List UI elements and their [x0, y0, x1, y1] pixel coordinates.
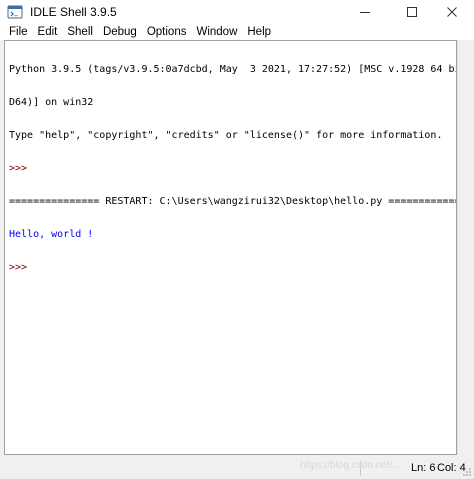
resize-grip-icon[interactable] [462, 467, 472, 477]
minimize-icon [360, 12, 370, 13]
banner-line: Type "help", "copyright", "credits" or "… [9, 130, 443, 141]
program-output: Hello, world ! [9, 229, 94, 240]
menu-file[interactable]: File [0, 24, 33, 40]
menu-edit[interactable]: Edit [33, 24, 63, 40]
menu-debug[interactable]: Debug [98, 24, 142, 40]
status-bar: Ln: 6 Col: 4 [0, 458, 474, 479]
maximize-button[interactable] [390, 0, 434, 24]
python-idle-icon [7, 4, 23, 20]
maximize-icon [407, 7, 417, 17]
banner-line: Python 3.9.5 (tags/v3.9.5:0a7dcbd, May 3… [9, 64, 457, 75]
menu-window[interactable]: Window [191, 24, 242, 40]
menu-bar: File Edit Shell Debug Options Window Hel… [0, 24, 474, 40]
line-number: Ln: 6 [411, 462, 436, 474]
menu-shell[interactable]: Shell [62, 24, 98, 40]
window-title: IDLE Shell 3.9.5 [30, 5, 117, 19]
idle-shell-window: IDLE Shell 3.9.5 File Edit Shell Debug O… [0, 0, 474, 479]
minimize-button[interactable] [343, 0, 387, 24]
shell-text-area[interactable]: Python 3.9.5 (tags/v3.9.5:0a7dcbd, May 3… [4, 40, 457, 455]
vertical-scrollbar[interactable] [457, 40, 474, 455]
watermark: https://blog.csdn.net/... [300, 460, 401, 471]
menu-options[interactable]: Options [142, 24, 192, 40]
title-bar[interactable]: IDLE Shell 3.9.5 [0, 0, 474, 24]
close-icon [447, 7, 457, 17]
banner-line: D64)] on win32 [9, 97, 94, 108]
menu-help[interactable]: Help [242, 24, 276, 40]
console-output: Python 3.9.5 (tags/v3.9.5:0a7dcbd, May 3… [9, 42, 457, 295]
restart-line: =============== RESTART: C:\Users\wangzi… [9, 196, 457, 207]
shell-prompt: >>> [9, 163, 34, 174]
shell-prompt[interactable]: >>> [9, 262, 456, 273]
close-button[interactable] [430, 0, 474, 24]
